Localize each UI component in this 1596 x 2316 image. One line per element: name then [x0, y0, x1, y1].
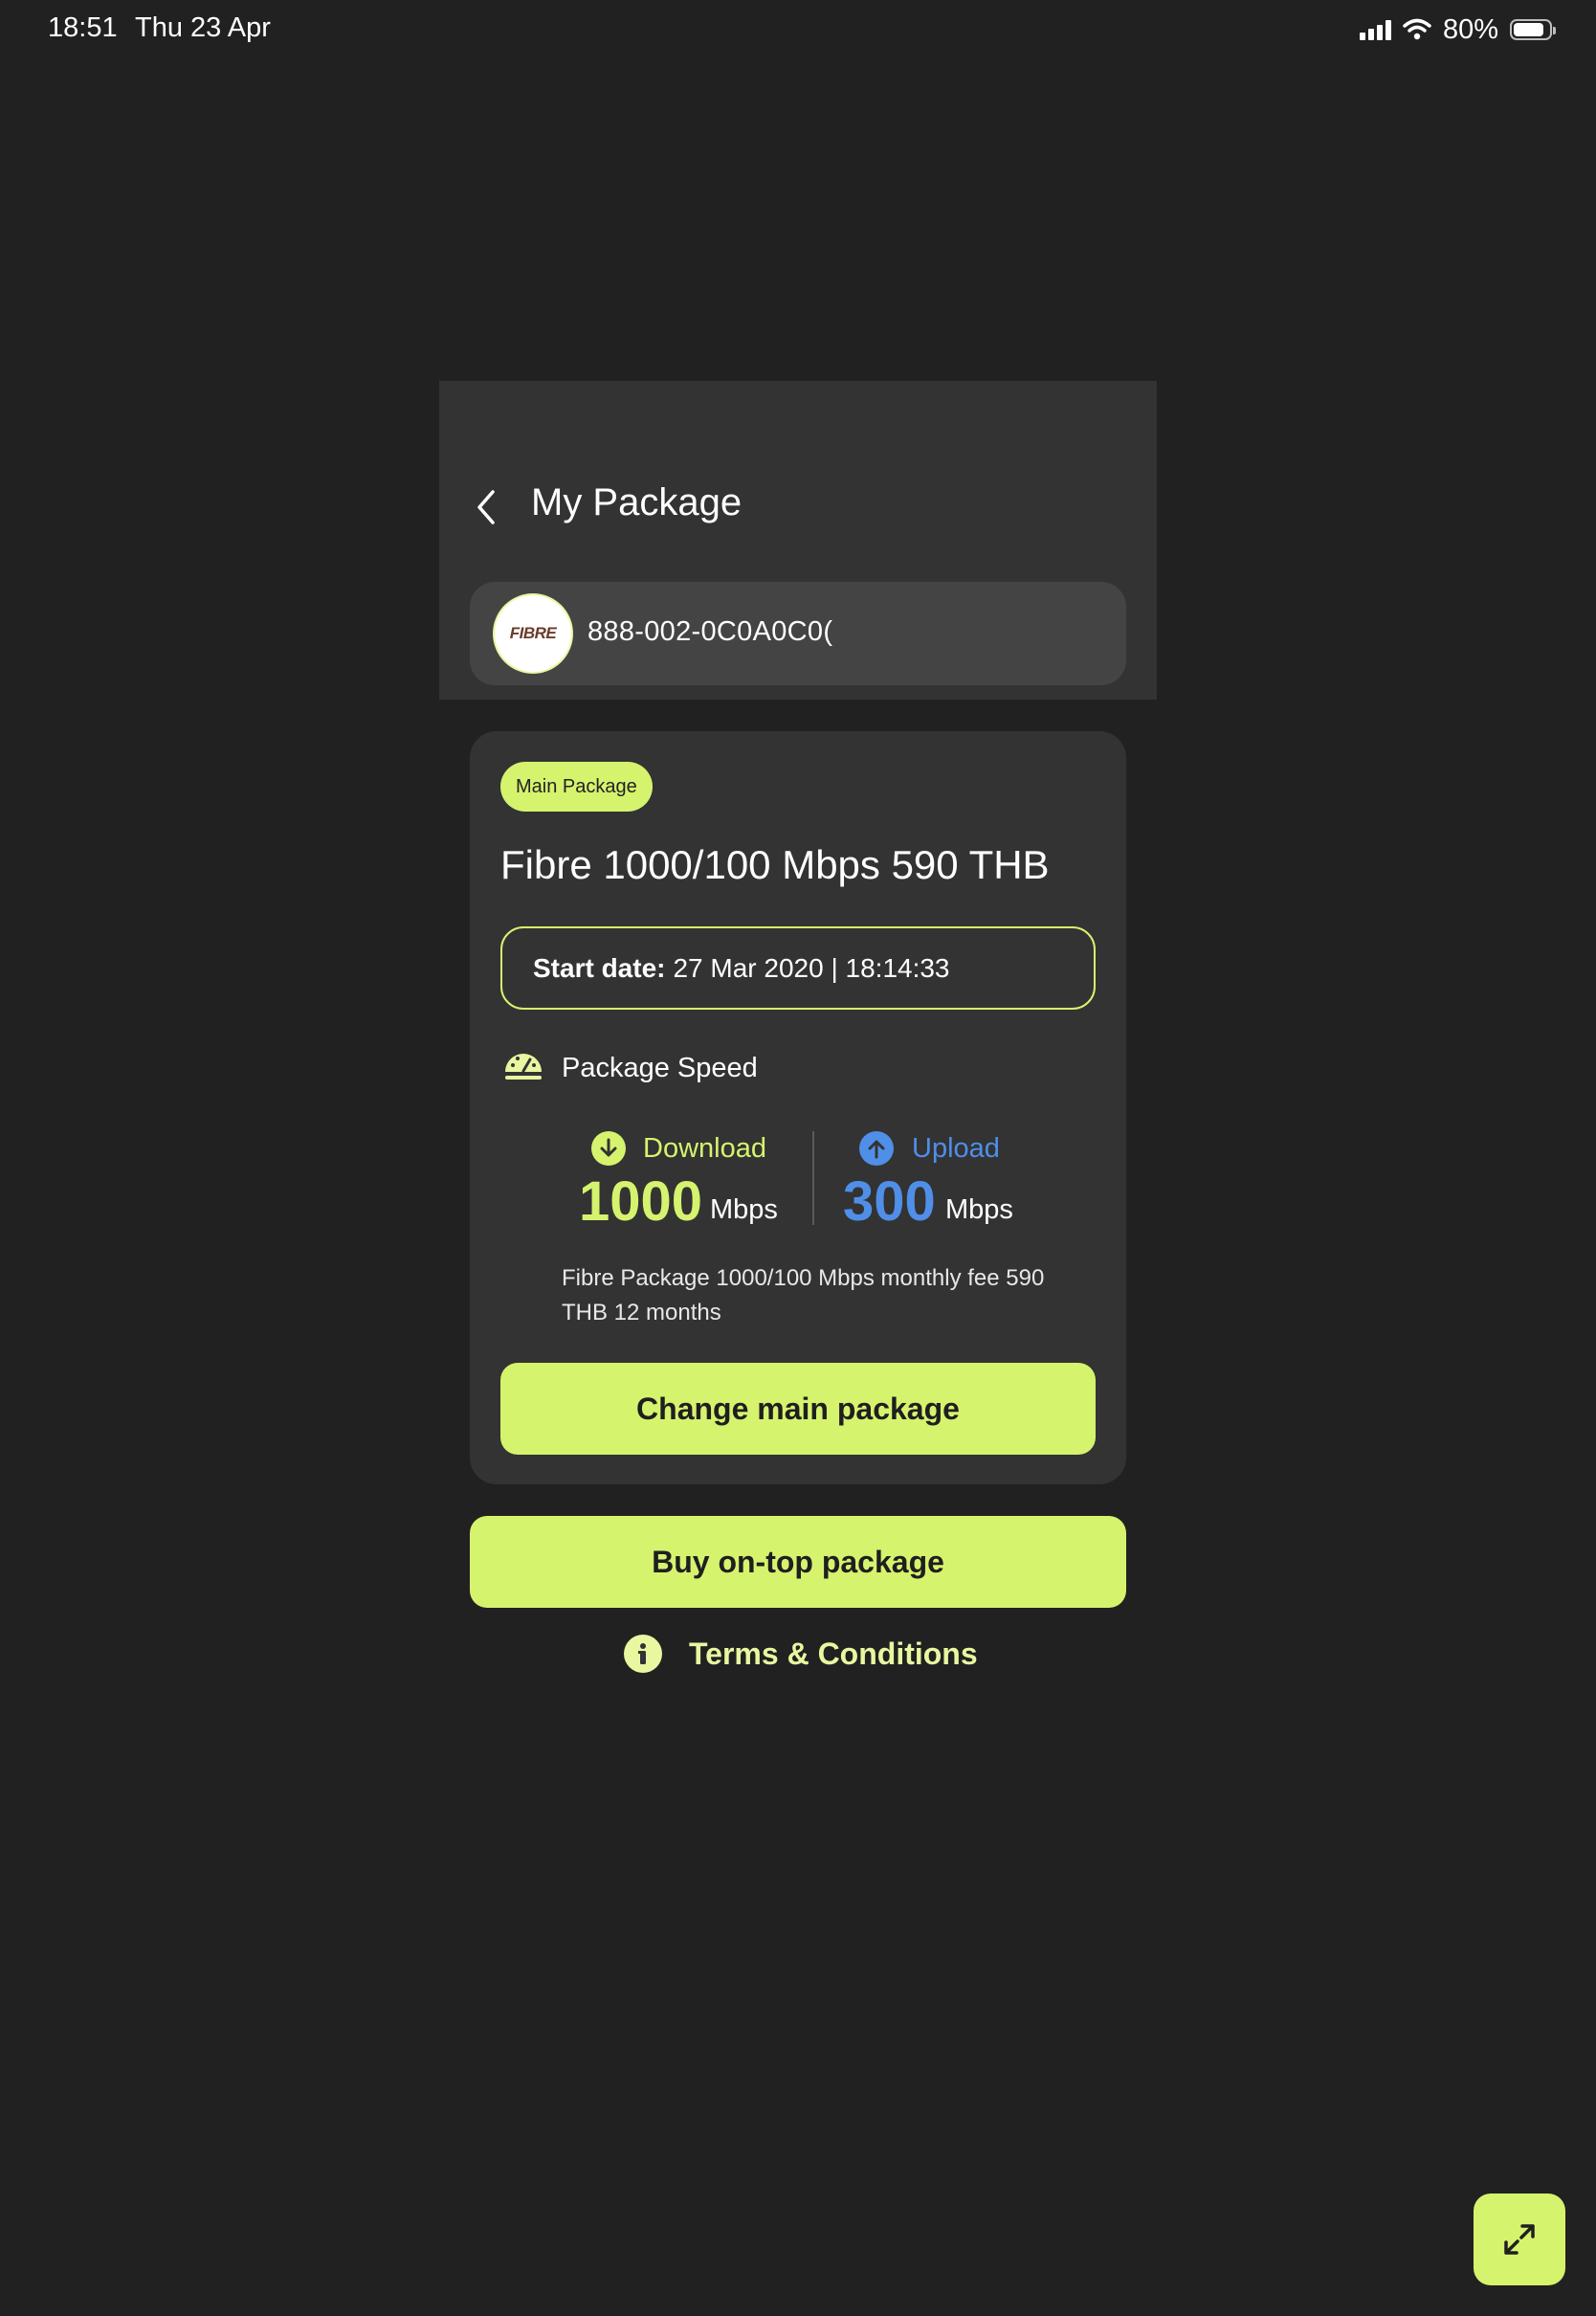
speed-divider: [812, 1131, 814, 1225]
speedometer-icon: [505, 1054, 542, 1080]
battery-percent: 80%: [1442, 13, 1498, 45]
package-name: Fibre 1000/100 Mbps 590 THB: [500, 842, 1050, 887]
main-package-badge: Main Package: [500, 762, 653, 812]
arrow-down-circle-icon: [591, 1131, 626, 1166]
status-bar: 18:51 Thu 23 Apr 80%: [0, 0, 1596, 61]
cellular-signal-icon: [1359, 19, 1391, 40]
status-time: 18:51: [48, 12, 118, 43]
provider-logo: FIBRE: [493, 593, 573, 674]
start-date-label: Start date:: [533, 952, 666, 983]
wifi-icon: [1403, 18, 1431, 40]
terms-label: Terms & Conditions: [689, 1636, 978, 1671]
provider-logo-text: FIBRE: [509, 624, 557, 642]
arrow-up-circle-icon: [859, 1131, 894, 1166]
download-value: 1000: [579, 1170, 703, 1233]
status-date: Thu 23 Apr: [135, 12, 271, 43]
upload-unit: Mbps: [945, 1194, 1013, 1225]
upload-value: 300: [843, 1170, 936, 1233]
status-indicators: 80%: [1359, 12, 1556, 47]
download-unit: Mbps: [710, 1194, 778, 1225]
page-title: My Package: [531, 481, 743, 523]
info-icon: [624, 1635, 662, 1673]
package-description: Fibre Package 1000/100 Mbps monthly fee …: [562, 1265, 1045, 1325]
start-date-box: Start date: 27 Mar 2020 | 18:14:33: [500, 926, 1096, 1010]
start-date-value: 27 Mar 2020 | 18:14:33: [673, 952, 950, 983]
chevron-left-icon: [477, 490, 495, 524]
account-number: 888-002-0C0A0C0(: [587, 616, 833, 647]
expand-button[interactable]: [1474, 2194, 1565, 2285]
upload-label: Upload: [912, 1133, 1000, 1164]
buy-on-top-package-button[interactable]: Buy on-top package: [470, 1516, 1126, 1608]
package-speed-title: Package Speed: [562, 1053, 758, 1083]
battery-icon: [1510, 19, 1556, 40]
download-label: Download: [643, 1133, 766, 1164]
change-main-package-button[interactable]: Change main package: [500, 1363, 1096, 1455]
back-button[interactable]: [469, 486, 503, 528]
terms-and-conditions-link[interactable]: Terms & Conditions: [624, 1633, 978, 1675]
expand-icon: [1504, 2224, 1535, 2255]
